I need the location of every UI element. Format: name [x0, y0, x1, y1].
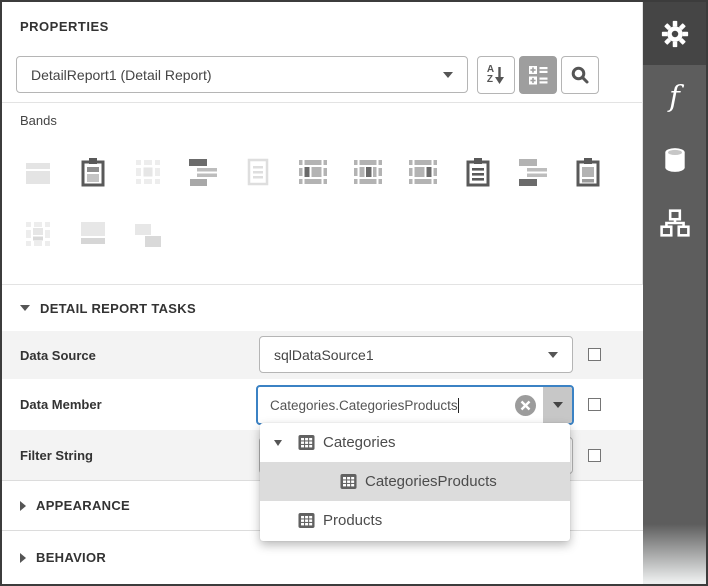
sidebar-tab-field-list[interactable] [643, 128, 706, 191]
sidebar-tab-properties[interactable] [643, 2, 706, 65]
popup-item-categories[interactable]: Categories [260, 423, 570, 462]
data-source-label: Data Source [20, 347, 96, 363]
component-selector-value: DetailReport1 (Detail Report) [31, 66, 212, 83]
sidebar-tab-expressions[interactable]: f [643, 65, 706, 128]
function-fx-icon: f [669, 79, 680, 113]
data-member-combobox[interactable]: Categories.CategoriesProducts [256, 385, 574, 425]
data-member-popup: Categories CategoriesProducts Products [260, 423, 570, 541]
database-icon [664, 147, 685, 172]
properties-panel: PROPERTIES DetailReport1 (Detail Report)… [2, 2, 643, 584]
band-vertical-header-icon[interactable] [296, 154, 330, 190]
band-group-header-icon[interactable] [186, 154, 220, 190]
popup-item-label: Categories [323, 434, 396, 451]
data-source-checkbox[interactable] [588, 348, 601, 361]
band-report-header-icon[interactable] [76, 154, 110, 190]
band-sub-band-icon[interactable] [21, 216, 55, 252]
category-view-button[interactable] [519, 56, 557, 94]
section-detail-report-tasks[interactable]: DETAIL REPORT TASKS [2, 285, 643, 331]
search-icon [571, 66, 589, 84]
sidebar-tab-report-explorer[interactable] [643, 191, 706, 254]
band-vertical-total-icon[interactable] [406, 154, 440, 190]
collapse-arrow-icon [20, 305, 30, 311]
expand-arrow-icon [20, 552, 26, 563]
tool-sidebar: f [643, 2, 706, 584]
table-icon [298, 434, 315, 451]
bands-label: Bands [20, 113, 57, 128]
category-view-icon [528, 65, 547, 84]
data-member-label: Data Member [20, 397, 102, 412]
band-page-header-icon[interactable] [131, 154, 165, 190]
bands-row-1 [21, 154, 605, 190]
hierarchy-icon [659, 208, 690, 237]
filter-string-checkbox[interactable] [588, 449, 601, 462]
table-icon [340, 473, 357, 490]
chevron-down-icon [548, 351, 558, 358]
band-detail-report-icon[interactable] [131, 216, 165, 252]
expand-arrow-icon [20, 500, 26, 511]
section-title: DETAIL REPORT TASKS [40, 300, 196, 316]
bands-row-2 [21, 216, 165, 252]
popup-item-products[interactable]: Products [260, 501, 570, 540]
band-bottom-margin-icon[interactable] [76, 216, 110, 252]
popup-item-label: CategoriesProducts [365, 473, 497, 490]
band-vertical-detail-icon[interactable] [351, 154, 385, 190]
sort-az-button[interactable]: AZ [477, 56, 515, 94]
properties-window: PROPERTIES DetailReport1 (Detail Report)… [0, 0, 708, 586]
search-button[interactable] [561, 56, 599, 94]
table-icon [298, 512, 315, 529]
text-cursor [457, 397, 459, 413]
band-detail-icon[interactable] [241, 154, 275, 190]
divider [2, 102, 643, 103]
tree-collapse-arrow-icon[interactable] [274, 439, 298, 446]
chevron-down-icon [552, 402, 563, 408]
clear-button[interactable] [515, 394, 536, 416]
sort-az-icon: AZ [487, 64, 505, 86]
clear-x-icon [520, 400, 531, 410]
filter-string-label: Filter String [20, 447, 93, 463]
sidebar-bottom-fade [643, 524, 706, 584]
data-source-row: Data Source sqlDataSource1 [2, 331, 643, 379]
gear-icon [661, 20, 688, 47]
popup-item-categoriesproducts[interactable]: CategoriesProducts [260, 462, 570, 501]
band-report-footer-icon[interactable] [571, 154, 605, 190]
band-group-footer-icon[interactable] [516, 154, 550, 190]
chevron-down-icon [443, 71, 453, 78]
section-title: BEHAVIOR [36, 550, 107, 565]
data-member-input[interactable]: Categories.CategoriesProducts [258, 397, 515, 413]
section-title: APPEARANCE [36, 498, 131, 513]
component-selector-dropdown[interactable]: DetailReport1 (Detail Report) [16, 56, 468, 93]
band-top-margin-icon[interactable] [21, 154, 55, 190]
popup-item-label: Products [323, 512, 383, 529]
data-member-dropdown-button[interactable] [543, 387, 572, 423]
band-page-footer-icon[interactable] [461, 154, 495, 190]
panel-title: PROPERTIES [20, 19, 109, 34]
data-source-value: sqlDataSource1 [274, 346, 374, 363]
data-member-checkbox[interactable] [588, 398, 601, 411]
data-source-dropdown[interactable]: sqlDataSource1 [259, 336, 573, 373]
